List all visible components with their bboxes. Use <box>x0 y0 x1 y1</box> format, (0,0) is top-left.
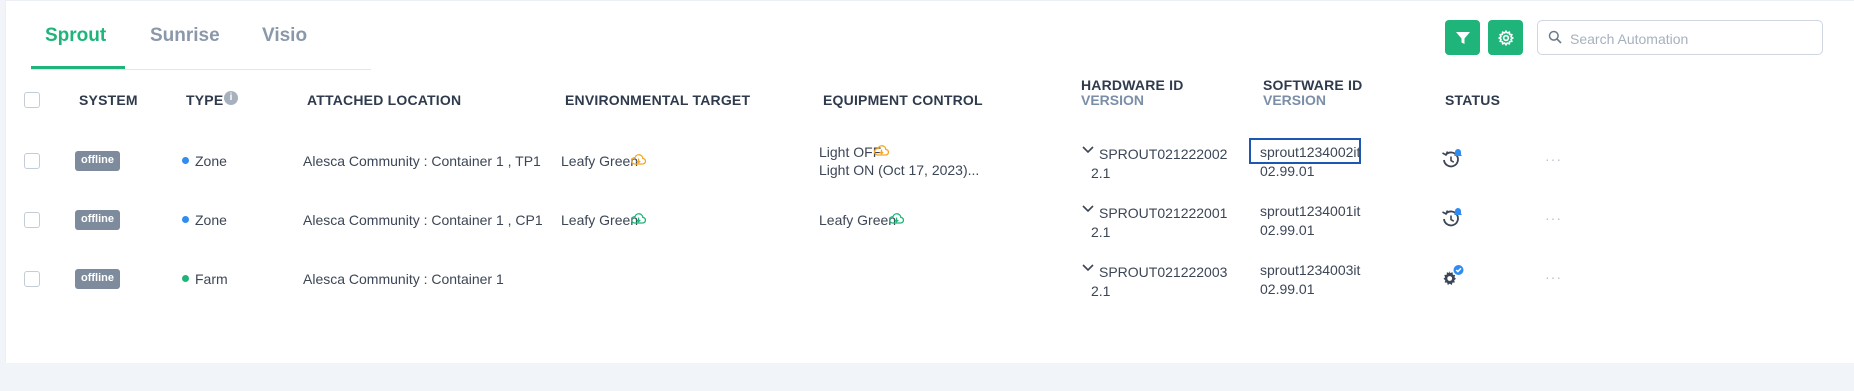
status-badge: offline <box>75 151 120 171</box>
software-id-cell: sprout1234002it <box>1260 144 1361 160</box>
env-target-cell[interactable]: Leafy Green <box>561 153 638 169</box>
chevron-down-icon[interactable] <box>1082 205 1094 213</box>
software-version-cell: 02.99.01 <box>1260 222 1315 238</box>
cloud-download-icon[interactable] <box>889 213 904 225</box>
row-actions-button[interactable]: ··· <box>1545 210 1562 226</box>
type-cell: Zone <box>195 212 227 228</box>
chevron-down-icon[interactable] <box>1082 146 1094 154</box>
automation-panel: Sprout Sunrise Visio Search Automation S… <box>5 0 1854 363</box>
equipment-control-line[interactable]: Light ON (Oct 17, 2023)... <box>819 162 979 178</box>
gear-icon <box>1497 29 1514 46</box>
farm-dot-icon <box>182 275 189 282</box>
equipment-control-line[interactable]: Leafy Green <box>819 212 896 228</box>
hardware-version-cell: 2.1 <box>1091 165 1111 181</box>
software-version-cell: 02.99.01 <box>1260 281 1315 297</box>
type-cell: Farm <box>195 271 228 287</box>
settings-button[interactable] <box>1488 20 1523 55</box>
chevron-down-icon[interactable] <box>1082 264 1094 272</box>
software-id-cell: sprout1234003it <box>1260 262 1361 278</box>
header-software-id[interactable]: SOFTWARE ID <box>1263 77 1362 93</box>
search-icon <box>1548 30 1562 44</box>
hardware-id-cell: SPROUT021222001 <box>1099 205 1228 221</box>
filter-button[interactable] <box>1445 20 1480 55</box>
row-checkbox[interactable] <box>24 271 40 287</box>
row-actions-button[interactable]: ··· <box>1545 151 1562 167</box>
filter-icon <box>1455 31 1470 44</box>
location-cell: Alesca Community : Container 1 <box>303 271 504 287</box>
active-tab-indicator <box>31 66 125 69</box>
header-status[interactable]: STATUS <box>1445 92 1500 108</box>
software-id-cell: sprout1234001it <box>1260 203 1361 219</box>
hardware-version-cell: 2.1 <box>1091 224 1111 240</box>
history-icon[interactable] <box>1439 147 1465 171</box>
env-target-cell[interactable]: Leafy Green <box>561 212 638 228</box>
tab-sunrise[interactable]: Sunrise <box>150 25 220 47</box>
header-type[interactable]: TYPE <box>186 92 223 108</box>
row-checkbox[interactable] <box>24 153 40 169</box>
location-cell: Alesca Community : Container 1 , TP1 <box>303 153 541 169</box>
select-all-checkbox[interactable] <box>24 92 40 108</box>
tab-bar: Sprout Sunrise Visio <box>31 1 371 70</box>
equipment-control-line[interactable]: Light OFF <box>819 144 881 160</box>
software-version-cell: 02.99.01 <box>1260 163 1315 179</box>
row-checkbox[interactable] <box>24 212 40 228</box>
search-input[interactable] <box>1568 21 1822 56</box>
header-software-version[interactable]: VERSION <box>1263 92 1326 108</box>
header-attached-location[interactable]: ATTACHED LOCATION <box>307 92 461 108</box>
header-hardware-id[interactable]: HARDWARE ID <box>1081 77 1184 93</box>
cloud-download-icon[interactable] <box>631 213 646 225</box>
hardware-id-cell: SPROUT021222003 <box>1099 264 1228 280</box>
row-actions-button[interactable]: ··· <box>1545 269 1562 285</box>
location-cell: Alesca Community : Container 1 , CP1 <box>303 212 543 228</box>
hardware-version-cell: 2.1 <box>1091 283 1111 299</box>
history-icon[interactable] <box>1439 206 1465 230</box>
info-icon[interactable]: i <box>224 91 238 105</box>
cloud-download-icon[interactable] <box>631 154 646 166</box>
header-system[interactable]: SYSTEM <box>79 92 138 108</box>
gear-icon[interactable] <box>1439 264 1465 290</box>
zone-dot-icon <box>182 216 189 223</box>
type-cell: Zone <box>195 153 227 169</box>
page: Sprout Sunrise Visio Search Automation S… <box>0 0 1854 391</box>
status-badge: offline <box>75 210 120 230</box>
hardware-id-cell: SPROUT021222002 <box>1099 146 1228 162</box>
tab-visio[interactable]: Visio <box>262 25 307 47</box>
header-hardware-version[interactable]: VERSION <box>1081 92 1144 108</box>
header-equipment-control[interactable]: EQUIPMENT CONTROL <box>823 92 983 108</box>
status-badge: offline <box>75 269 120 289</box>
tab-sprout[interactable]: Sprout <box>45 25 106 47</box>
search-box <box>1537 20 1823 56</box>
zone-dot-icon <box>182 157 189 164</box>
header-environmental-target[interactable]: ENVIRONMENTAL TARGET <box>565 92 750 108</box>
cloud-download-icon[interactable] <box>874 145 889 157</box>
